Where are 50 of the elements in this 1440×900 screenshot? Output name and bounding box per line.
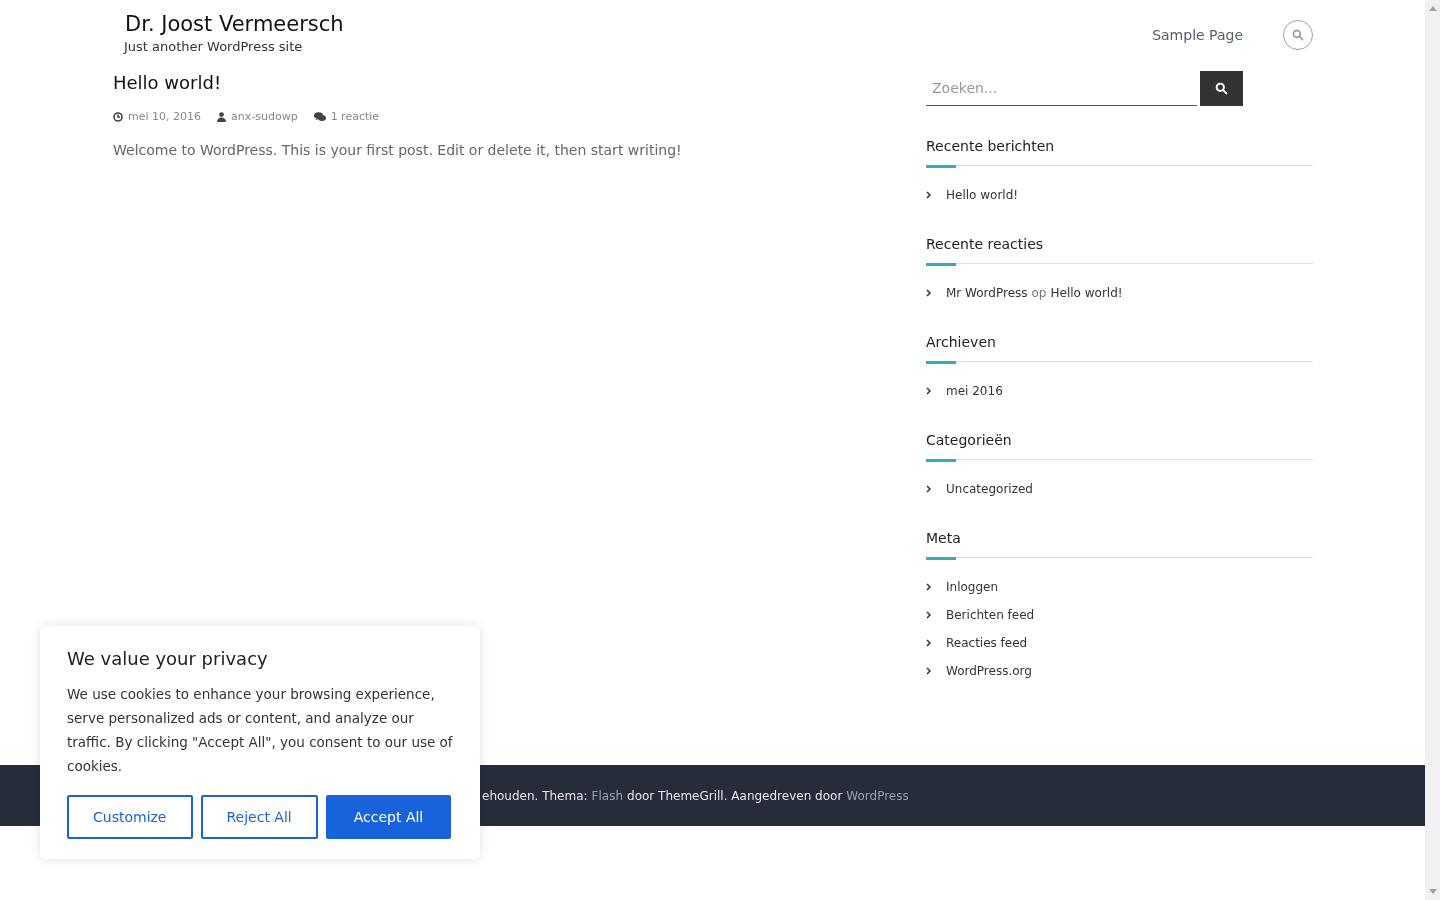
widget-link[interactable]: WordPress.org <box>946 662 1032 680</box>
search-button[interactable] <box>1200 71 1243 106</box>
footer-text: door ThemeGrill. Aangedreven door <box>627 787 843 805</box>
site-tagline: Just another WordPress site <box>124 38 304 56</box>
scroll-up-icon[interactable] <box>1428 6 1437 11</box>
search-field[interactable]: Zoeken... <box>926 71 1197 106</box>
widget-title: Archieven <box>926 333 997 352</box>
chevron-icon <box>926 611 932 619</box>
footer-text: ehouden. Thema: <box>482 787 588 805</box>
widget-link[interactable]: Hello world! <box>946 186 1019 204</box>
scroll-down-icon[interactable] <box>1428 889 1437 894</box>
post-comments[interactable]: 1 reactie <box>330 109 380 126</box>
cookie-title: We value your privacy <box>67 647 269 671</box>
chevron-icon <box>926 485 932 493</box>
widget-link[interactable]: Berichten feed <box>946 606 1035 624</box>
widget-title: Recente berichten <box>926 137 1056 156</box>
chevron-icon <box>926 191 932 199</box>
widget-title: Meta <box>926 529 962 548</box>
chevron-icon <box>926 289 932 297</box>
widget-link[interactable]: Uncategorized <box>946 480 1033 498</box>
comments-icon <box>313 112 326 123</box>
widget-link[interactable]: Reacties feed <box>946 634 1028 652</box>
scrollbar[interactable] <box>1425 0 1440 900</box>
user-icon <box>217 112 227 123</box>
post-date[interactable]: mei 10, 2016 <box>128 109 202 126</box>
post-title[interactable]: Hello world! <box>113 71 713 95</box>
widget-title: Recente reacties <box>926 235 1045 254</box>
widget-title: Categorieën <box>926 431 1013 450</box>
cookie-button[interactable]: Customize <box>67 795 193 839</box>
cookie-button[interactable]: Accept All <box>325 795 452 839</box>
widget-link[interactable]: Inloggen <box>946 578 999 596</box>
footer-link[interactable]: Flash <box>591 786 624 805</box>
comment-author-link[interactable]: Mr WordPress <box>946 284 1028 302</box>
chevron-icon <box>926 583 932 591</box>
cookie-button[interactable]: Reject All <box>200 795 318 839</box>
post-excerpt: Welcome to WordPress. This is your first post. Edit or delete it, then start writing! <box>113 140 683 160</box>
chevron-icon <box>926 667 932 675</box>
chevron-icon <box>926 639 932 647</box>
search-icon <box>1215 82 1228 95</box>
widget-link[interactable]: mei 2016 <box>946 382 1003 400</box>
search-icon <box>1292 29 1304 41</box>
comment-post-link[interactable]: Hello world! <box>1050 284 1123 302</box>
clock-icon <box>113 112 123 123</box>
cookie-text: We use cookies to enhance your browsing experience, serve personalized ads or content, and analyze our traffic. By clicking "Accept All", you consent to our use of cookies. <box>67 685 453 776</box>
footer-link[interactable]: WordPress <box>846 786 909 805</box>
post-author[interactable]: anx-sudowp <box>231 109 298 126</box>
site-title[interactable]: Dr. Joost Vermeersch <box>125 10 344 38</box>
nav-link[interactable]: Sample Page <box>1152 24 1243 46</box>
chevron-icon <box>926 387 932 395</box>
comment-joiner: op <box>1031 285 1047 302</box>
